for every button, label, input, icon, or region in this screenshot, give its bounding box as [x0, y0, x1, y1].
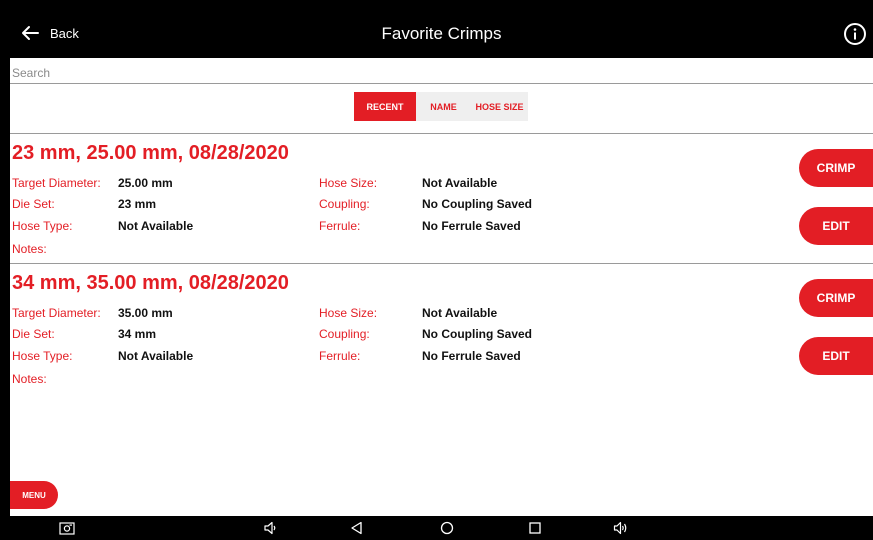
search-bar	[10, 64, 873, 84]
die-set-value: 34 mm	[118, 327, 157, 341]
app-header: Back Favorite Crimps	[10, 0, 873, 58]
die-set-label: Die Set:	[12, 327, 55, 341]
die-set-value: 23 mm	[118, 197, 157, 211]
system-navigation-bar	[10, 516, 873, 540]
info-icon	[844, 23, 866, 45]
target-diameter-label: Target Diameter:	[12, 176, 101, 190]
sort-tabs: RECENT NAME HOSE SIZE	[354, 92, 528, 121]
hose-size-value: Not Available	[422, 306, 498, 320]
tab-hose-size[interactable]: HOSE SIZE	[471, 92, 528, 121]
hose-size-label: Hose Size:	[319, 176, 378, 190]
hose-size-value: Not Available	[422, 176, 498, 190]
tab-name[interactable]: NAME	[416, 92, 471, 121]
screenshot-icon[interactable]	[58, 520, 76, 536]
edit-button[interactable]: EDIT	[799, 337, 873, 375]
info-button[interactable]	[843, 22, 867, 46]
coupling-label: Coupling:	[319, 327, 370, 341]
ferrule-value: No Ferrule Saved	[422, 349, 521, 363]
ferrule-label: Ferrule:	[319, 349, 361, 363]
search-input[interactable]	[10, 64, 873, 82]
coupling-value: No Coupling Saved	[422, 327, 533, 341]
menu-button[interactable]: MENU	[10, 481, 58, 509]
hose-type-label: Hose Type:	[12, 219, 73, 233]
volume-down-icon[interactable]	[262, 520, 280, 536]
ferrule-label: Ferrule:	[319, 219, 361, 233]
crimp-button[interactable]: CRIMP	[799, 279, 873, 317]
hose-size-label: Hose Size:	[319, 306, 378, 320]
tab-recent[interactable]: RECENT	[354, 92, 416, 121]
target-diameter-value: 25.00 mm	[118, 176, 173, 190]
volume-up-icon[interactable]	[612, 520, 630, 536]
app-screen: Back Favorite Crimps RECENT NAME HOSE SI…	[10, 0, 873, 540]
favorite-crimp-record: 34 mm, 35.00 mm, 08/28/2020 Target Diame…	[10, 263, 873, 393]
notes-label: Notes:	[12, 372, 47, 386]
notes-label: Notes:	[12, 242, 47, 256]
favorite-crimp-record: 23 mm, 25.00 mm, 08/28/2020 Target Diame…	[10, 133, 873, 263]
hose-type-value: Not Available	[118, 349, 194, 363]
home-circle-icon[interactable]	[438, 520, 456, 536]
coupling-label: Coupling:	[319, 197, 370, 211]
target-diameter-label: Target Diameter:	[12, 306, 101, 320]
hose-type-label: Hose Type:	[12, 349, 73, 363]
hose-type-value: Not Available	[118, 219, 194, 233]
back-triangle-icon[interactable]	[348, 520, 366, 536]
recents-square-icon[interactable]	[526, 520, 544, 536]
ferrule-value: No Ferrule Saved	[422, 219, 521, 233]
crimp-button[interactable]: CRIMP	[799, 149, 873, 187]
record-title: 34 mm, 35.00 mm, 08/28/2020	[12, 272, 289, 294]
record-title: 23 mm, 25.00 mm, 08/28/2020	[12, 142, 289, 164]
edit-button[interactable]: EDIT	[799, 207, 873, 245]
page-title: Favorite Crimps	[381, 24, 502, 43]
die-set-label: Die Set:	[12, 197, 55, 211]
coupling-value: No Coupling Saved	[422, 197, 533, 211]
target-diameter-value: 35.00 mm	[118, 306, 173, 320]
